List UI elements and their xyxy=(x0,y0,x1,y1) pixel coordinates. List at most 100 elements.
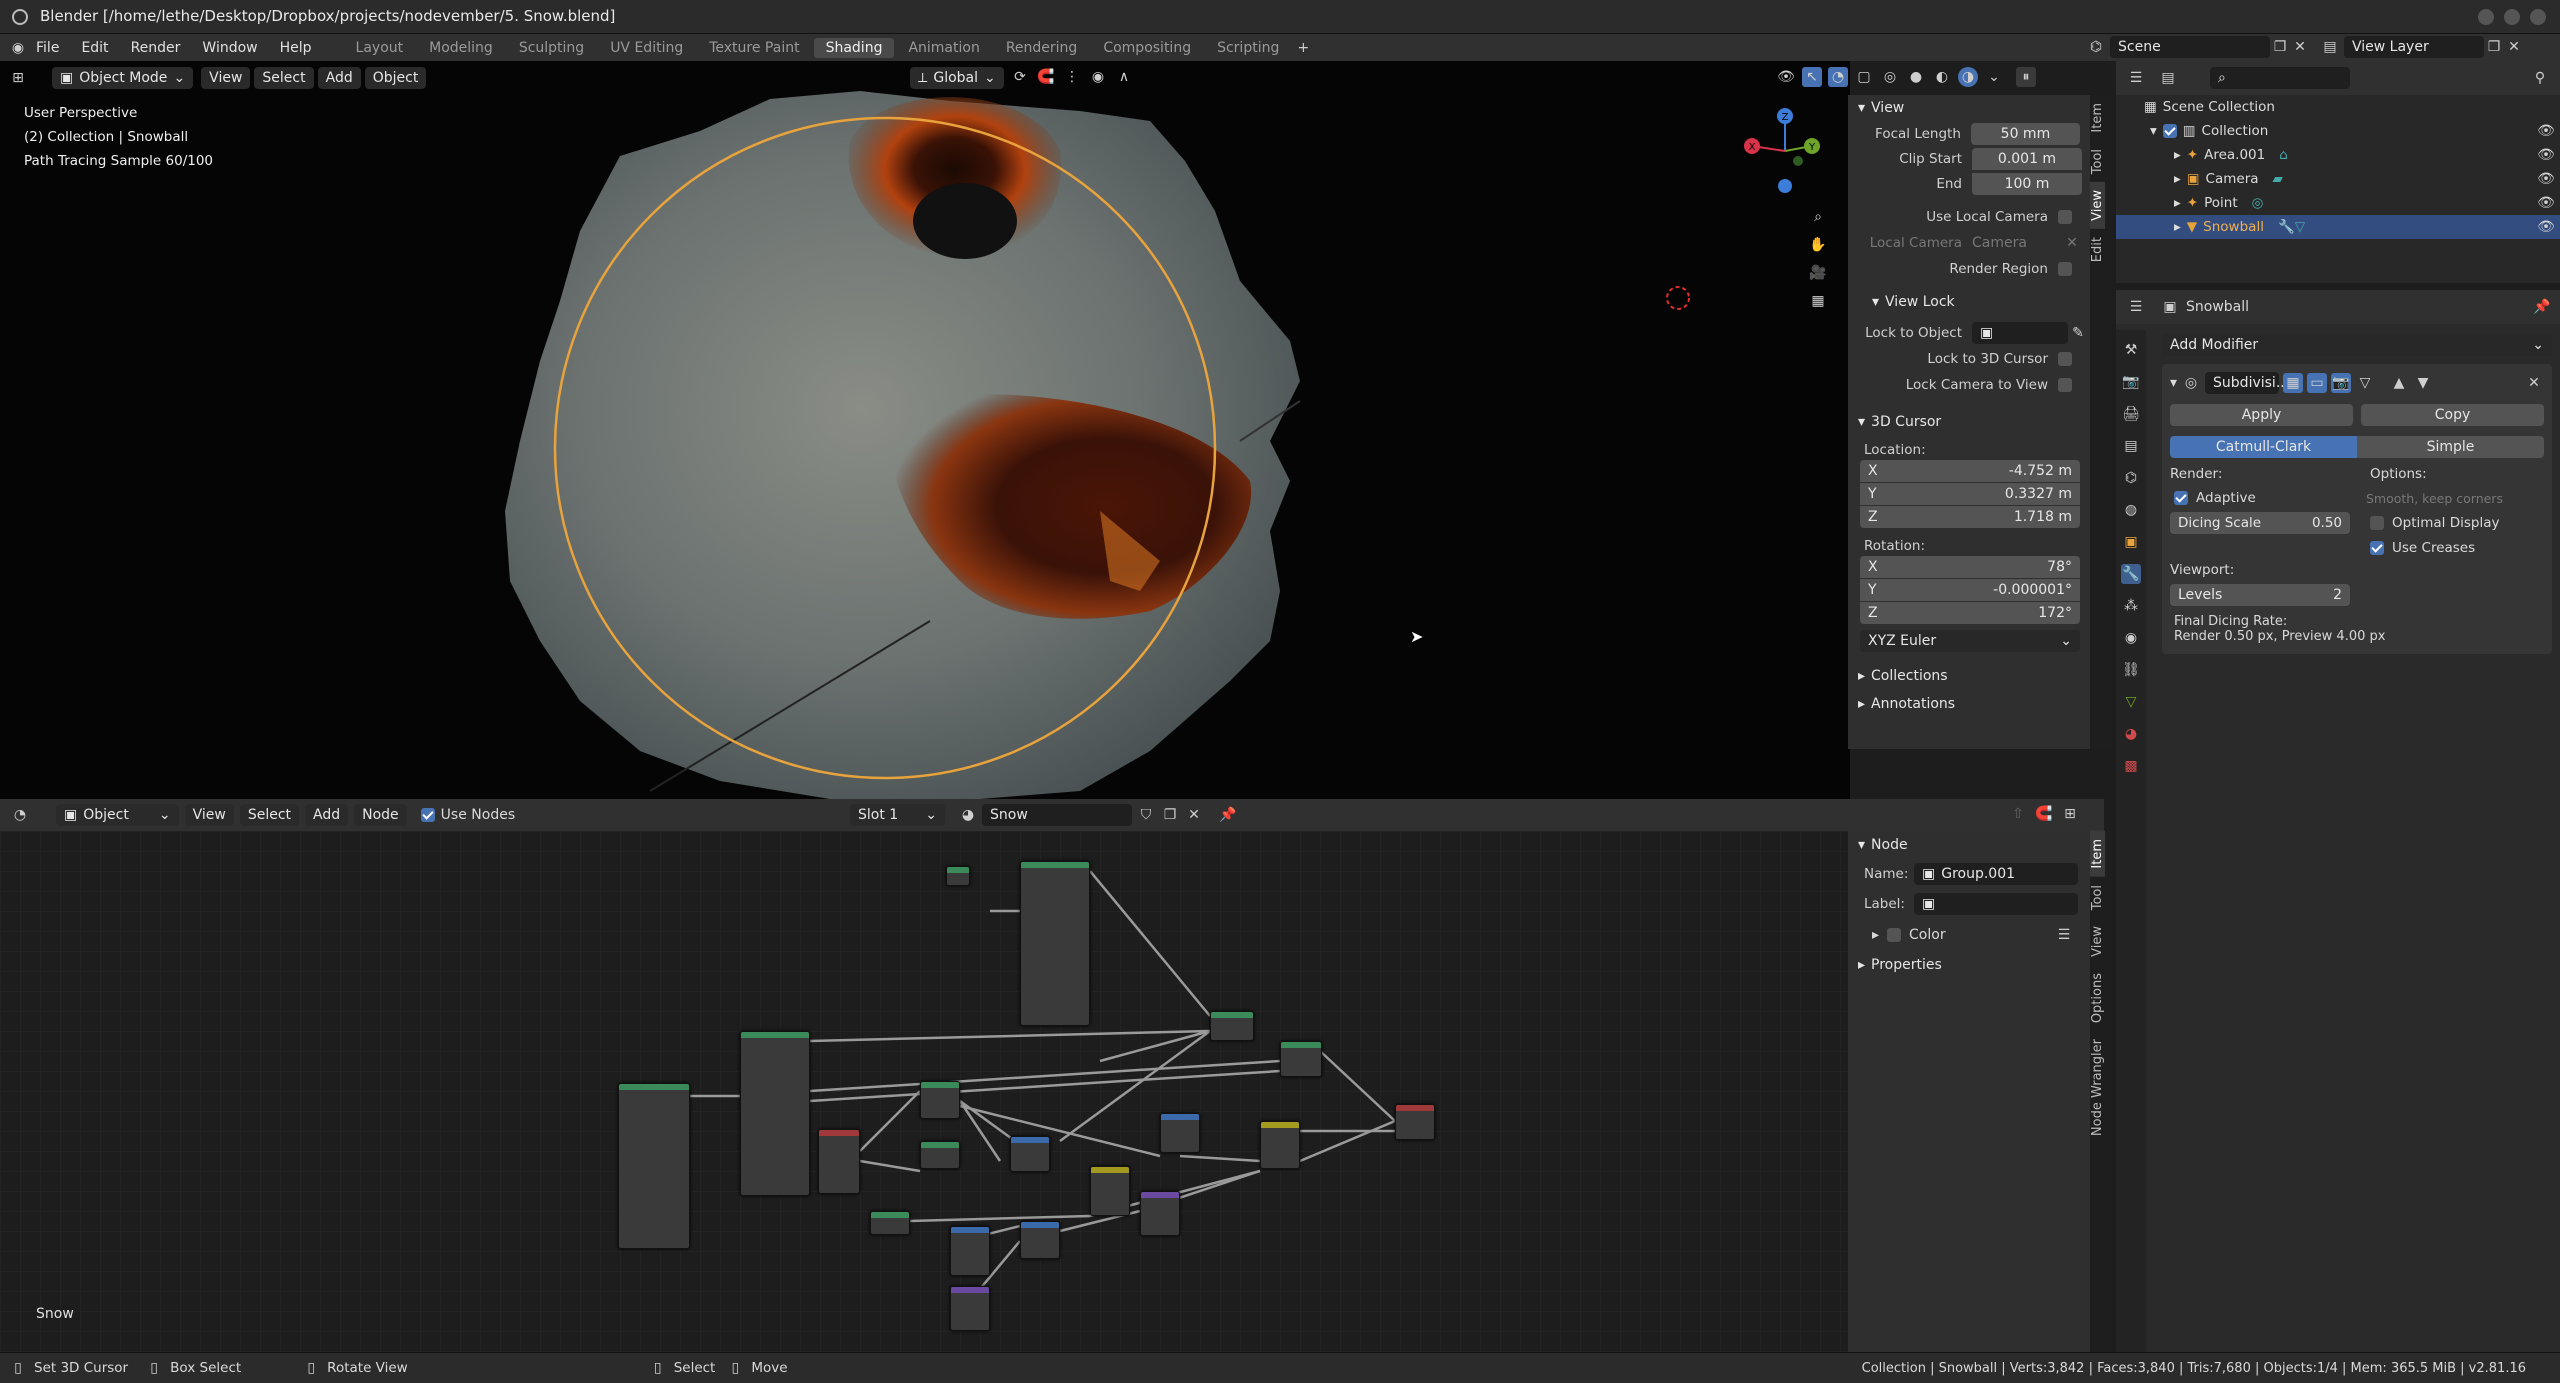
move-down-icon[interactable]: ▼ xyxy=(2413,373,2433,393)
view-layer-selector[interactable]: View Layer xyxy=(2344,36,2484,58)
shading-wireframe-icon[interactable]: ◎ xyxy=(1880,67,1900,87)
unlink-material-icon[interactable]: ✕ xyxy=(1184,805,1204,825)
eye-icon[interactable]: 👁 xyxy=(2536,145,2556,165)
rotation-mode-dropdown[interactable]: XYZ Euler ⌄ xyxy=(1860,630,2080,652)
texture-tab-icon[interactable]: ▩ xyxy=(2121,756,2141,776)
view-layer-tab-icon[interactable]: ▤ xyxy=(2121,436,2141,456)
particles-tab-icon[interactable]: ⁂ xyxy=(2121,596,2141,616)
node-value[interactable] xyxy=(946,866,970,886)
tab-sculpting[interactable]: Sculpting xyxy=(507,38,596,58)
scene-selector[interactable]: Scene xyxy=(2110,36,2270,58)
node-blue-c[interactable] xyxy=(950,1226,990,1276)
fake-user-icon[interactable]: ⛉ xyxy=(1136,805,1156,825)
menu-edit[interactable]: Edit xyxy=(81,40,108,56)
cursor-rotation-y[interactable]: Y -0.000001° xyxy=(1860,579,2080,601)
copy-button[interactable]: Copy xyxy=(2361,404,2544,426)
eye-icon[interactable]: 👁 xyxy=(2536,121,2556,141)
node-math-red[interactable] xyxy=(818,1129,860,1194)
menu-window[interactable]: Window xyxy=(202,40,257,56)
pan-hand-icon[interactable]: ✋ xyxy=(1808,235,1828,255)
outliner-row-snowball[interactable]: ▸ ▼ Snowball 🔧▽ 👁 xyxy=(2116,215,2560,239)
camera-view-icon[interactable]: 🎥 xyxy=(1808,263,1828,283)
node-name-field[interactable]: ▣ Group.001 xyxy=(1914,863,2078,885)
render-region-checkbox[interactable] xyxy=(2058,262,2072,276)
shading-material-icon[interactable]: ◐ xyxy=(1932,67,1952,87)
node-texture-coordinate[interactable] xyxy=(618,1083,690,1249)
material-browse-icon[interactable]: ◕ xyxy=(958,805,978,825)
ortho-grid-icon[interactable]: ▦ xyxy=(1808,291,1828,311)
new-material-icon[interactable]: ❐ xyxy=(1160,805,1180,825)
add-workspace-icon[interactable]: + xyxy=(1293,38,1313,58)
sidebar-tab-view[interactable]: View xyxy=(2090,181,2105,229)
tool-tab-icon[interactable]: ⚒ xyxy=(2121,340,2141,360)
overlay-toggle-icon[interactable]: ◔ xyxy=(1828,67,1848,87)
node-menu-select[interactable]: Select xyxy=(239,804,300,826)
minimize-icon[interactable] xyxy=(2478,9,2494,25)
tab-rendering[interactable]: Rendering xyxy=(994,38,1090,58)
node-mapping-b[interactable] xyxy=(920,1141,960,1169)
node-blue-a[interactable] xyxy=(1010,1136,1050,1172)
node-principled[interactable] xyxy=(1020,861,1090,1026)
copy-scene-icon[interactable]: ❐ xyxy=(2270,37,2290,57)
copy-view-layer-icon[interactable]: ❐ xyxy=(2484,37,2504,57)
node-tab-item[interactable]: Item xyxy=(2090,831,2105,877)
outliner-search[interactable]: ⌕ xyxy=(2210,67,2350,89)
falloff-icon[interactable]: ∧ xyxy=(1114,67,1134,87)
node-mapping-a[interactable] xyxy=(920,1081,960,1119)
color-list-icon[interactable]: ☰ xyxy=(2054,925,2074,945)
use-nodes-checkbox[interactable] xyxy=(420,808,435,822)
close-scene-icon[interactable]: ✕ xyxy=(2290,37,2310,57)
outliner-row-point[interactable]: ▸ ✦ Point ◎ 👁 xyxy=(2116,191,2560,215)
collections-header[interactable]: ▸ Collections xyxy=(1848,662,2090,690)
outliner-editor-icon[interactable]: ☰ xyxy=(2126,68,2146,88)
3d-cursor-header[interactable]: ▾ 3D Cursor xyxy=(1848,408,2090,436)
node-label-field[interactable]: ▣ xyxy=(1914,893,2078,915)
viewport-menu-view[interactable]: View xyxy=(201,67,251,89)
tab-modeling[interactable]: Modeling xyxy=(417,38,505,58)
outliner-row-area[interactable]: ▸ ✦ Area.001 ⌂ 👁 xyxy=(2116,143,2560,167)
pivot-icon[interactable]: ⟳ xyxy=(1010,67,1030,87)
editor-type-icon[interactable]: ⊞ xyxy=(8,68,28,88)
lock-camera-checkbox[interactable] xyxy=(2058,378,2072,392)
physics-tab-icon[interactable]: ◉ xyxy=(2121,628,2141,648)
eye-icon[interactable]: 👁 xyxy=(2536,193,2556,213)
menu-help[interactable]: Help xyxy=(280,40,312,56)
apply-button[interactable]: Apply xyxy=(2170,404,2353,426)
node-yellow-a[interactable] xyxy=(1260,1121,1300,1169)
use-creases-checkbox[interactable] xyxy=(2370,541,2384,555)
levels-field[interactable]: Levels 2 xyxy=(2170,584,2350,606)
material-tab-icon[interactable]: ◕ xyxy=(2121,724,2141,744)
clip-end-field[interactable]: 100 m xyxy=(1972,172,2082,195)
3d-viewport[interactable]: Z X Y ⌕ ✋ 🎥 ▦ User Perspective (2) Colle… xyxy=(0,61,1850,799)
navigation-gizmo[interactable]: Z X Y xyxy=(1740,101,1830,201)
slot-dropdown[interactable]: Slot 1 ⌄ xyxy=(850,804,945,826)
cursor-location-y[interactable]: Y 0.3327 m xyxy=(1860,483,2080,505)
close-view-layer-icon[interactable]: ✕ xyxy=(2504,37,2524,57)
proportional-edit-icon[interactable]: ◉ xyxy=(1088,67,1108,87)
menu-render[interactable]: Render xyxy=(131,40,181,56)
node-menu-node[interactable]: Node xyxy=(354,804,407,826)
modifier-name-field[interactable]: Subdivisi.. xyxy=(2205,372,2285,394)
scene-tab-icon[interactable]: ⌬ xyxy=(2121,468,2141,488)
focal-length-field[interactable]: 50 mm xyxy=(1970,122,2080,145)
node-canvas[interactable]: Snow xyxy=(0,831,1848,1352)
view-section-header[interactable]: ▾ View xyxy=(1848,95,2090,121)
uv-smooth-dropdown[interactable]: Smooth, keep corners xyxy=(2366,491,2503,506)
parent-tree-icon[interactable]: ⇧ xyxy=(2008,804,2028,824)
render-toggle-icon[interactable]: 📷 xyxy=(2331,373,2352,393)
zoom-icon[interactable]: ⌕ xyxy=(1808,207,1828,227)
node-yellow-b[interactable] xyxy=(1090,1166,1130,1216)
cursor-location-x[interactable]: X -4.752 m xyxy=(1860,460,2080,482)
node-section-header[interactable]: ▾ Node xyxy=(1848,831,2104,859)
eye-icon[interactable]: 👁 xyxy=(2536,169,2556,189)
local-camera-field[interactable]: Camera xyxy=(1972,235,2062,251)
shading-solid-icon[interactable]: ● xyxy=(1906,67,1926,87)
node-tab-tool[interactable]: Tool xyxy=(2090,877,2105,918)
move-up-icon[interactable]: ▲ xyxy=(2389,373,2409,393)
outliner-row-camera[interactable]: ▸ ▣ Camera ▰ 👁 xyxy=(2116,167,2560,191)
viewport-menu-add[interactable]: Add xyxy=(317,67,361,89)
optimal-display-checkbox[interactable] xyxy=(2370,516,2384,530)
snap-target-icon[interactable]: ⋮ xyxy=(1062,67,1082,87)
object-mode-dropdown[interactable]: ▣ Object Mode ⌄ xyxy=(52,67,194,89)
add-modifier-dropdown[interactable]: Add Modifier ⌄ xyxy=(2162,334,2552,356)
